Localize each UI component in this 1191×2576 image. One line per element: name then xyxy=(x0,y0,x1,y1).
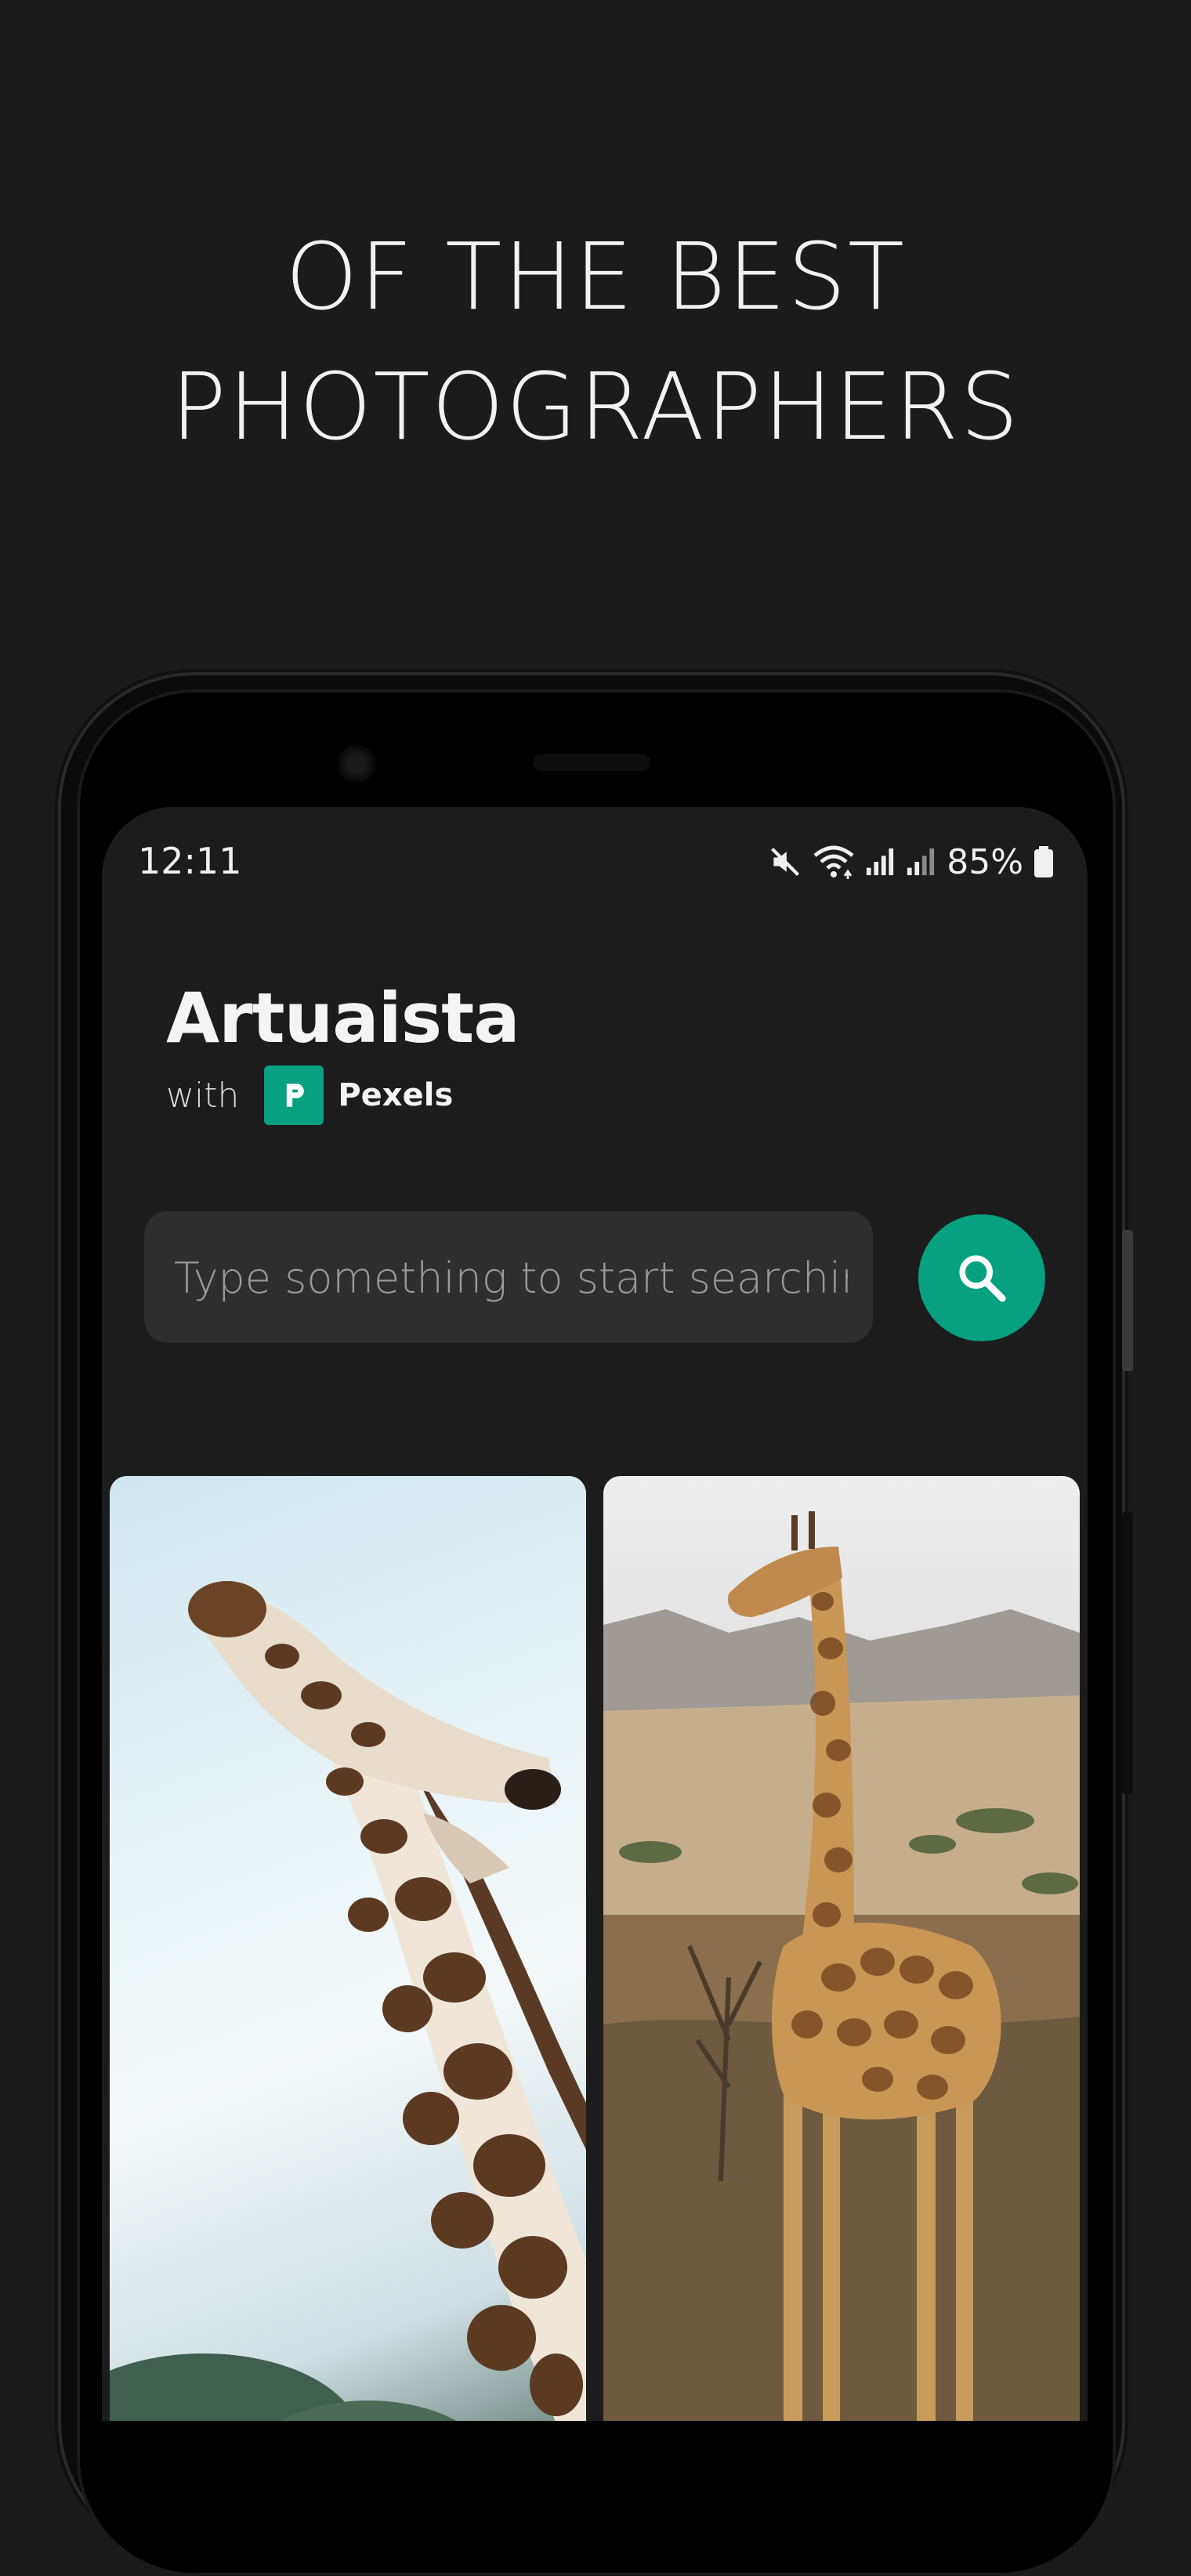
search-button[interactable] xyxy=(918,1214,1045,1341)
headline-line-1: OF THE BEST xyxy=(285,223,906,331)
front-camera xyxy=(337,744,376,783)
search-field[interactable] xyxy=(144,1211,873,1344)
with-label: with xyxy=(166,1075,240,1116)
phone-screen: 12:11 85% Artuaista with Pexels Type som… xyxy=(102,807,1088,2421)
status-time: 12:11 xyxy=(138,840,242,882)
power-button xyxy=(1122,1230,1133,1371)
wifi-icon xyxy=(813,845,854,879)
promo-headline: OF THE BEST PHOTOGRAPHERS xyxy=(0,212,1191,472)
search-input[interactable] xyxy=(172,1211,849,1344)
giraffe-closeup-image xyxy=(110,1581,586,2421)
battery-icon xyxy=(1034,846,1053,877)
giraffe-savanna-image xyxy=(603,1511,1080,2421)
volume-button xyxy=(1122,1512,1133,1794)
provider-row: with Pexels xyxy=(166,1065,453,1125)
pexels-label[interactable]: Pexels xyxy=(338,1077,453,1113)
earpiece-speaker xyxy=(533,754,650,771)
status-bar: 12:11 85% xyxy=(102,807,1088,917)
headline-line-2: PHOTOGRAPHERS xyxy=(170,353,1021,461)
search-icon xyxy=(959,1255,1006,1302)
pexels-logo-icon[interactable] xyxy=(264,1065,324,1125)
signal-icon xyxy=(867,848,894,876)
battery-percent: 85% xyxy=(947,841,1023,882)
mute-icon xyxy=(771,847,800,877)
status-icons: 85% xyxy=(768,840,1053,884)
photo-tile-giraffe-savanna[interactable] xyxy=(603,1476,1080,2421)
photo-tile-giraffe-closeup[interactable] xyxy=(110,1476,586,2421)
app-title: Artuaista xyxy=(166,978,520,1058)
signal-icon-2 xyxy=(907,848,935,876)
